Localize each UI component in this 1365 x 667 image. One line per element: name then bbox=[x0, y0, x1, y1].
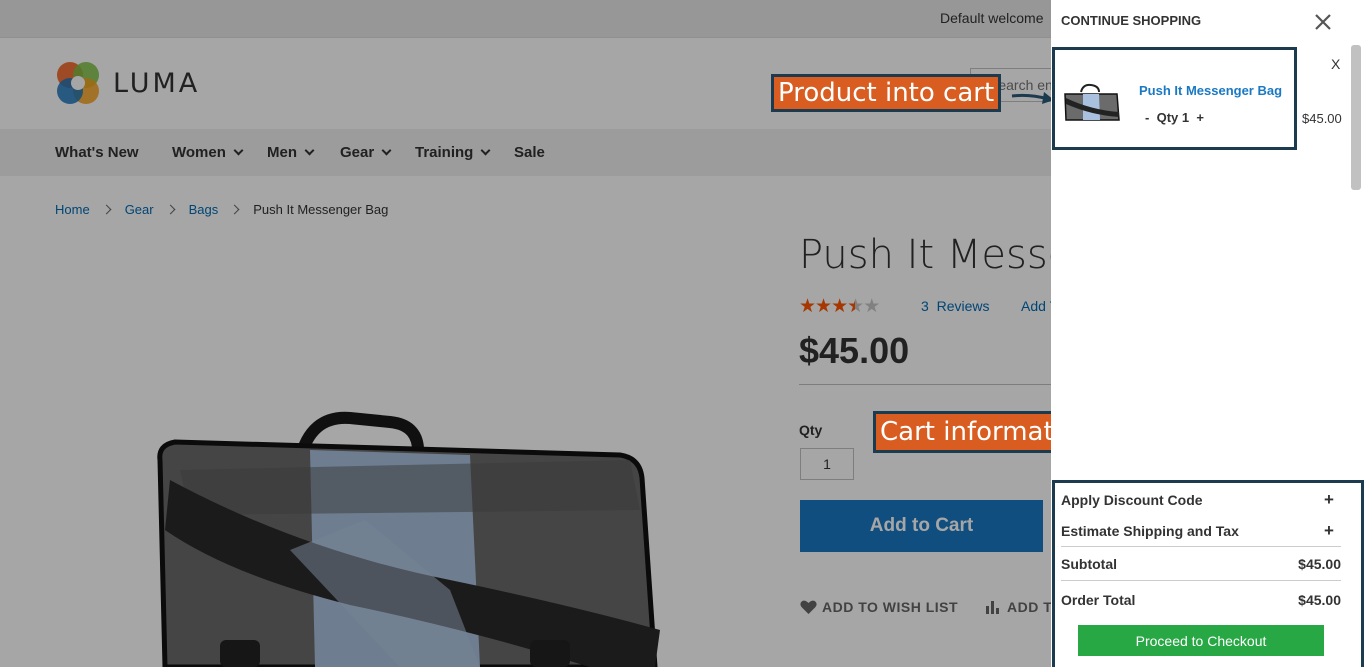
close-icon[interactable] bbox=[1313, 12, 1333, 32]
scrollbar[interactable] bbox=[1351, 45, 1361, 190]
proceed-to-checkout-button[interactable]: Proceed to Checkout bbox=[1078, 625, 1324, 656]
cart-item-price: $45.00 bbox=[1302, 111, 1342, 126]
qty-value: Qty 1 bbox=[1156, 110, 1190, 125]
remove-item-button[interactable]: X bbox=[1331, 56, 1340, 72]
cart-item-thumbnail[interactable] bbox=[1063, 82, 1121, 122]
estimate-shipping-toggle[interactable]: Estimate Shipping and Tax bbox=[1061, 523, 1239, 539]
minicart-panel: CONTINUE SHOPPING Push It Messenger Bag … bbox=[1051, 0, 1365, 667]
annotation-product-into-cart: Product into cart bbox=[771, 74, 1002, 112]
subtotal-value: $45.00 bbox=[1298, 556, 1341, 572]
divider bbox=[1061, 546, 1341, 547]
continue-shopping-link[interactable]: CONTINUE SHOPPING bbox=[1061, 13, 1201, 28]
order-total-value: $45.00 bbox=[1298, 592, 1341, 608]
cart-item bbox=[1052, 47, 1297, 150]
order-total-label: Order Total bbox=[1061, 592, 1136, 608]
arrow-icon bbox=[1011, 92, 1054, 104]
cart-item-name[interactable]: Push It Messenger Bag bbox=[1139, 83, 1282, 98]
subtotal-label: Subtotal bbox=[1061, 556, 1117, 572]
plus-icon[interactable]: + bbox=[1324, 490, 1334, 510]
qty-decrease-button[interactable]: - bbox=[1145, 110, 1149, 125]
cart-item-qty: - Qty 1 + bbox=[1145, 110, 1204, 125]
apply-discount-toggle[interactable]: Apply Discount Code bbox=[1061, 492, 1203, 508]
plus-icon[interactable]: + bbox=[1324, 521, 1334, 541]
divider bbox=[1061, 580, 1341, 581]
qty-increase-button[interactable]: + bbox=[1196, 110, 1204, 125]
